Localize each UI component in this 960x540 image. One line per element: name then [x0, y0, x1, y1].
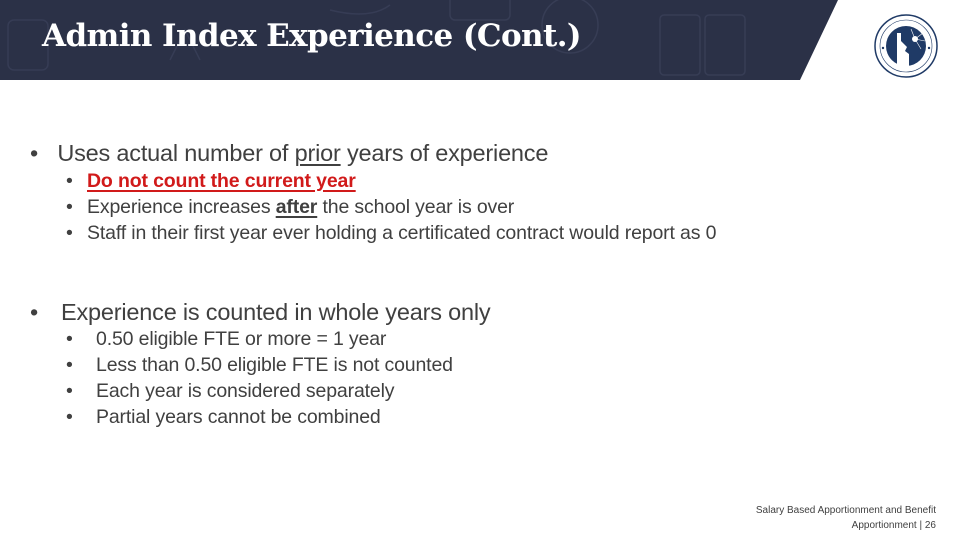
bullet-icon: • [30, 140, 39, 166]
bullet-text: 0.50 eligible FTE or more = 1 year [96, 328, 387, 350]
bullet-level2: • 0.50 eligible FTE or more = 1 year [66, 328, 386, 351]
bullet-text: Each year is considered separately [96, 380, 395, 402]
bullet-icon: • [66, 328, 73, 350]
slide-header: Admin Index Experience (Cont.) [0, 0, 960, 80]
bullet-level1: • Uses actual number of prior years of e… [30, 140, 548, 167]
bullet-icon: • [30, 299, 39, 325]
bullet-icon: • [66, 406, 73, 428]
emphasis-prior: prior [294, 140, 341, 166]
bullet-level2: • Each year is considered separately [66, 380, 395, 403]
bullet-level2: • Experience increases after the school y… [66, 196, 514, 219]
bullet-level2: • Staff in their first year ever holding … [66, 222, 716, 245]
footer-title: Salary Based Apportionment and Benefit [755, 505, 936, 516]
bullet-text: Experience is counted in whole years onl… [61, 299, 491, 325]
bullet-level2: • Less than 0.50 eligible FTE is not coun… [66, 354, 453, 377]
bullet-icon: • [66, 354, 73, 376]
warning-text: Do not count the current year [87, 170, 356, 192]
bullet-level1: • Experience is counted in whole years on… [30, 299, 491, 326]
bullet-icon: • [66, 222, 73, 244]
bullet-text: Experience increases [87, 196, 276, 218]
state-seal-logo-icon [874, 14, 938, 78]
slide-title: Admin Index Experience (Cont.) [42, 18, 582, 54]
bullet-level2: • Do not count the current year [66, 170, 356, 193]
slide-footer: Salary Based Apportionment and Benefit A… [756, 503, 936, 533]
bullet-icon: • [66, 380, 73, 402]
bullet-text-tail: the school year is over [317, 196, 515, 218]
bullet-text: Less than 0.50 eligible FTE is not count… [96, 354, 453, 376]
emphasis-after: after [275, 196, 318, 218]
bullet-text-tail: years of experience [340, 140, 549, 166]
bullet-level2: • Partial years cannot be combined [66, 406, 381, 429]
bullet-text: Staff in their first year ever holding a… [87, 222, 717, 244]
bullet-icon: • [66, 170, 73, 192]
bullet-text: Partial years cannot be combined [96, 406, 381, 428]
footer-page-number: Apportionment | 26 [851, 520, 936, 531]
bullet-icon: • [66, 196, 73, 218]
bullet-text: Uses actual number of [57, 140, 295, 166]
